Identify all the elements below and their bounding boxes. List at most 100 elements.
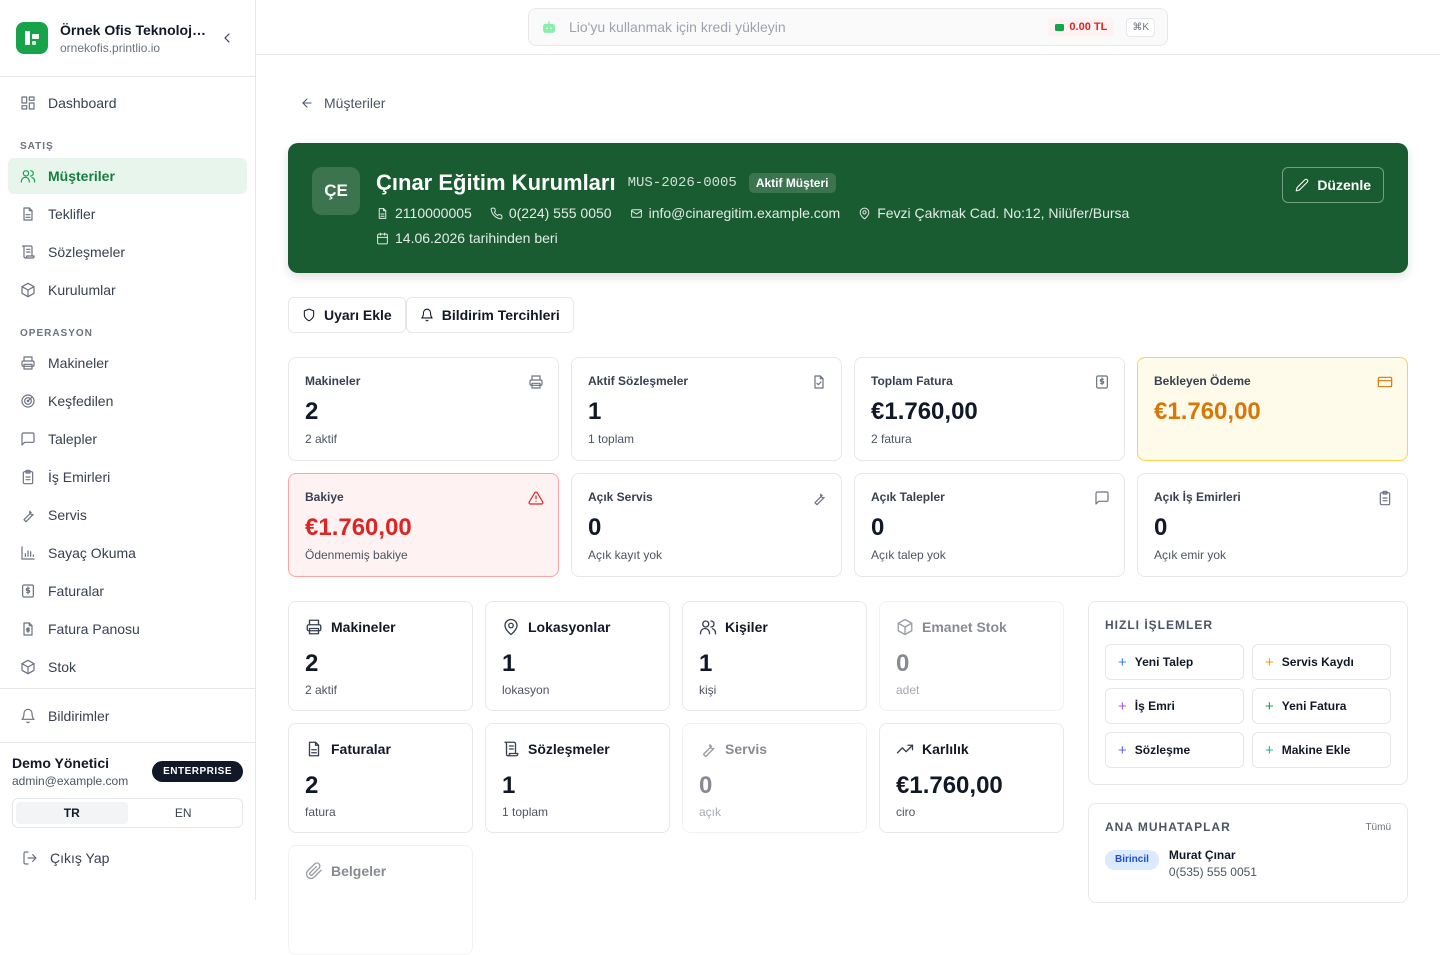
lang-tr-button[interactable]: TR	[16, 802, 128, 824]
stat-card-open-service[interactable]: Açık Servis 0 Açık kayıt yok	[571, 473, 842, 577]
nav-label: Keşfedilen	[48, 393, 114, 409]
tile-consignment-stock[interactable]: Emanet Stok 0 adet	[879, 601, 1064, 711]
plus-icon: +	[1265, 741, 1274, 759]
new-request-button[interactable]: + Yeni Talep	[1105, 644, 1244, 680]
contract-button[interactable]: + Sözleşme	[1105, 732, 1244, 768]
nav-service[interactable]: Servis	[8, 497, 247, 533]
quick-actions-panel: HIZLI İŞLEMLER + Yeni Talep + Servis Kaydı…	[1088, 601, 1408, 785]
nav-machines[interactable]: Makineler	[8, 345, 247, 381]
plus-icon: +	[1118, 741, 1127, 759]
tile-title: Karlılık	[922, 741, 969, 757]
stat-value: €1.760,00	[305, 514, 412, 541]
quick-actions-title: HIZLI İŞLEMLER	[1105, 618, 1213, 632]
nav-requests[interactable]: Talepler	[8, 421, 247, 457]
edit-label: Düzenle	[1317, 177, 1371, 193]
notification-prefs-button[interactable]: Bildirim Tercihleri	[405, 297, 574, 333]
stat-card-open-work-orders[interactable]: Açık İş Emirleri 0 Açık emir yok	[1137, 473, 1408, 577]
tile-title: Servis	[725, 741, 768, 757]
bar-chart-icon	[21, 546, 35, 560]
stat-card-pending-payment[interactable]: Bekleyen Ödeme €1.760,00	[1137, 357, 1408, 461]
wallet-icon	[1055, 23, 1065, 31]
stat-card-open-requests[interactable]: Açık Talepler 0 Açık talep yok	[854, 473, 1125, 577]
scroll-icon	[504, 741, 519, 757]
stat-label: Bekleyen Ödeme	[1154, 374, 1251, 388]
nav-invoices[interactable]: Faturalar	[8, 573, 247, 609]
stat-sub: Ödenmemiş bakiye	[305, 548, 408, 562]
bell-icon	[21, 708, 35, 723]
customer-code: MUS-2026-0005	[627, 175, 737, 191]
stat-label: Toplam Fatura	[871, 374, 953, 388]
tile-sub: açık	[699, 805, 722, 819]
phone-value: 0(224) 555 0050	[508, 205, 612, 221]
plan-badge: ENTERPRISE	[152, 761, 243, 782]
stat-sub: 2 aktif	[305, 432, 338, 446]
nav-stock[interactable]: Stok	[8, 649, 247, 685]
shortcut-hint: ⌘K	[1126, 17, 1155, 37]
nav-contracts[interactable]: Sözleşmeler	[8, 234, 247, 270]
customer-name: Çınar Eğitim Kurumları	[376, 170, 616, 195]
wrench-icon	[702, 744, 715, 758]
mail-icon	[630, 208, 642, 218]
tile-value: 0	[896, 650, 910, 677]
tile-value: 1	[699, 650, 713, 677]
chevron-left-icon[interactable]	[215, 26, 239, 50]
stat-label: Açık İş Emirleri	[1154, 490, 1241, 504]
tile-service[interactable]: Servis 0 açık	[682, 723, 867, 833]
tile-contracts[interactable]: Sözleşmeler 1 1 toplam	[485, 723, 670, 833]
nav-label: Sözleşmeler	[48, 244, 126, 260]
stat-card-total-invoice[interactable]: Toplam Fatura €1.760,00 2 fatura	[854, 357, 1125, 461]
lang-en-button[interactable]: EN	[128, 802, 240, 824]
credit-card-icon	[1377, 376, 1393, 388]
org-switcher[interactable]: Örnek Ofis Teknolojileri ornekofis.print…	[0, 0, 255, 77]
wrench-icon	[23, 510, 34, 523]
scroll-icon	[22, 245, 35, 259]
stat-card-balance[interactable]: Bakiye €1.760,00 Ödenmemiş bakiye	[288, 473, 559, 577]
stat-value: 0	[588, 514, 602, 541]
customer-phone[interactable]: 0(224) 555 0050	[490, 205, 612, 221]
logout-label: Çıkış Yap	[50, 850, 110, 866]
nav-meter-reading[interactable]: Sayaç Okuma	[8, 535, 247, 571]
tile-machines[interactable]: Makineler 2 2 aktif	[288, 601, 473, 711]
tile-value: 2	[305, 772, 319, 799]
receipt-icon	[1096, 375, 1108, 389]
customer-email[interactable]: info@cinaregitim.example.com	[630, 205, 841, 221]
nav-label: Kurulumlar	[48, 282, 116, 298]
logout-button[interactable]: Çıkış Yap	[12, 850, 243, 866]
stat-card-active-contracts[interactable]: Aktif Sözleşmeler 1 1 toplam	[571, 357, 842, 461]
nav-invoice-board[interactable]: Fatura Panosu	[8, 611, 247, 647]
stat-card-machines[interactable]: Makineler 2 2 aktif	[288, 357, 559, 461]
tile-documents[interactable]: Belgeler	[288, 845, 473, 955]
nav-notifications[interactable]: Bildirimler	[0, 689, 255, 743]
view-all-link[interactable]: Tümü	[1365, 822, 1391, 833]
nav-quotes[interactable]: Teklifler	[8, 196, 247, 232]
add-machine-button[interactable]: + Makine Ekle	[1252, 732, 1391, 768]
edit-button[interactable]: Düzenle	[1282, 167, 1384, 203]
nav-work-orders[interactable]: İş Emirleri	[8, 459, 247, 495]
tile-locations[interactable]: Lokasyonlar 1 lokasyon	[485, 601, 670, 711]
nav-label: Sayaç Okuma	[48, 545, 136, 561]
alert-triangle-icon	[528, 491, 544, 505]
nav-installations[interactable]: Kurulumlar	[8, 272, 247, 308]
nav-customers[interactable]: Müşteriler	[8, 158, 247, 194]
stat-value: 1	[588, 398, 602, 425]
nav-dashboard[interactable]: Dashboard	[8, 85, 247, 121]
contact-phone: 0(535) 555 0051	[1168, 865, 1257, 879]
top-bar: Lio'yu kullanmak için kredi yükleyin 0.0…	[256, 0, 1440, 55]
back-link[interactable]: Müşteriler	[288, 95, 1408, 111]
add-alert-button[interactable]: Uyarı Ekle	[288, 297, 406, 333]
stat-label: Açık Servis	[588, 490, 653, 504]
tile-contacts[interactable]: Kişiler 1 kişi	[682, 601, 867, 711]
since-value: 14.06.2026 tarihinden beri	[395, 230, 558, 246]
tile-profitability[interactable]: Karlılık €1.760,00 ciro	[879, 723, 1064, 833]
tile-title: Emanet Stok	[922, 619, 1007, 635]
file-dollar-icon	[23, 622, 33, 636]
work-order-button[interactable]: + İş Emri	[1105, 688, 1244, 724]
command-search-input[interactable]: Lio'yu kullanmak için kredi yükleyin 0.0…	[528, 8, 1168, 46]
new-invoice-button[interactable]: + Yeni Fatura	[1252, 688, 1391, 724]
contact-item[interactable]: Birincil Murat Çınar 0(535) 555 0051	[1105, 848, 1391, 879]
credit-badge[interactable]: 0.00 TL	[1048, 18, 1115, 36]
email-value: info@cinaregitim.example.com	[648, 205, 841, 221]
service-record-button[interactable]: + Servis Kaydı	[1252, 644, 1391, 680]
tile-invoices[interactable]: Faturalar 2 fatura	[288, 723, 473, 833]
nav-discovered[interactable]: Keşfedilen	[8, 383, 247, 419]
